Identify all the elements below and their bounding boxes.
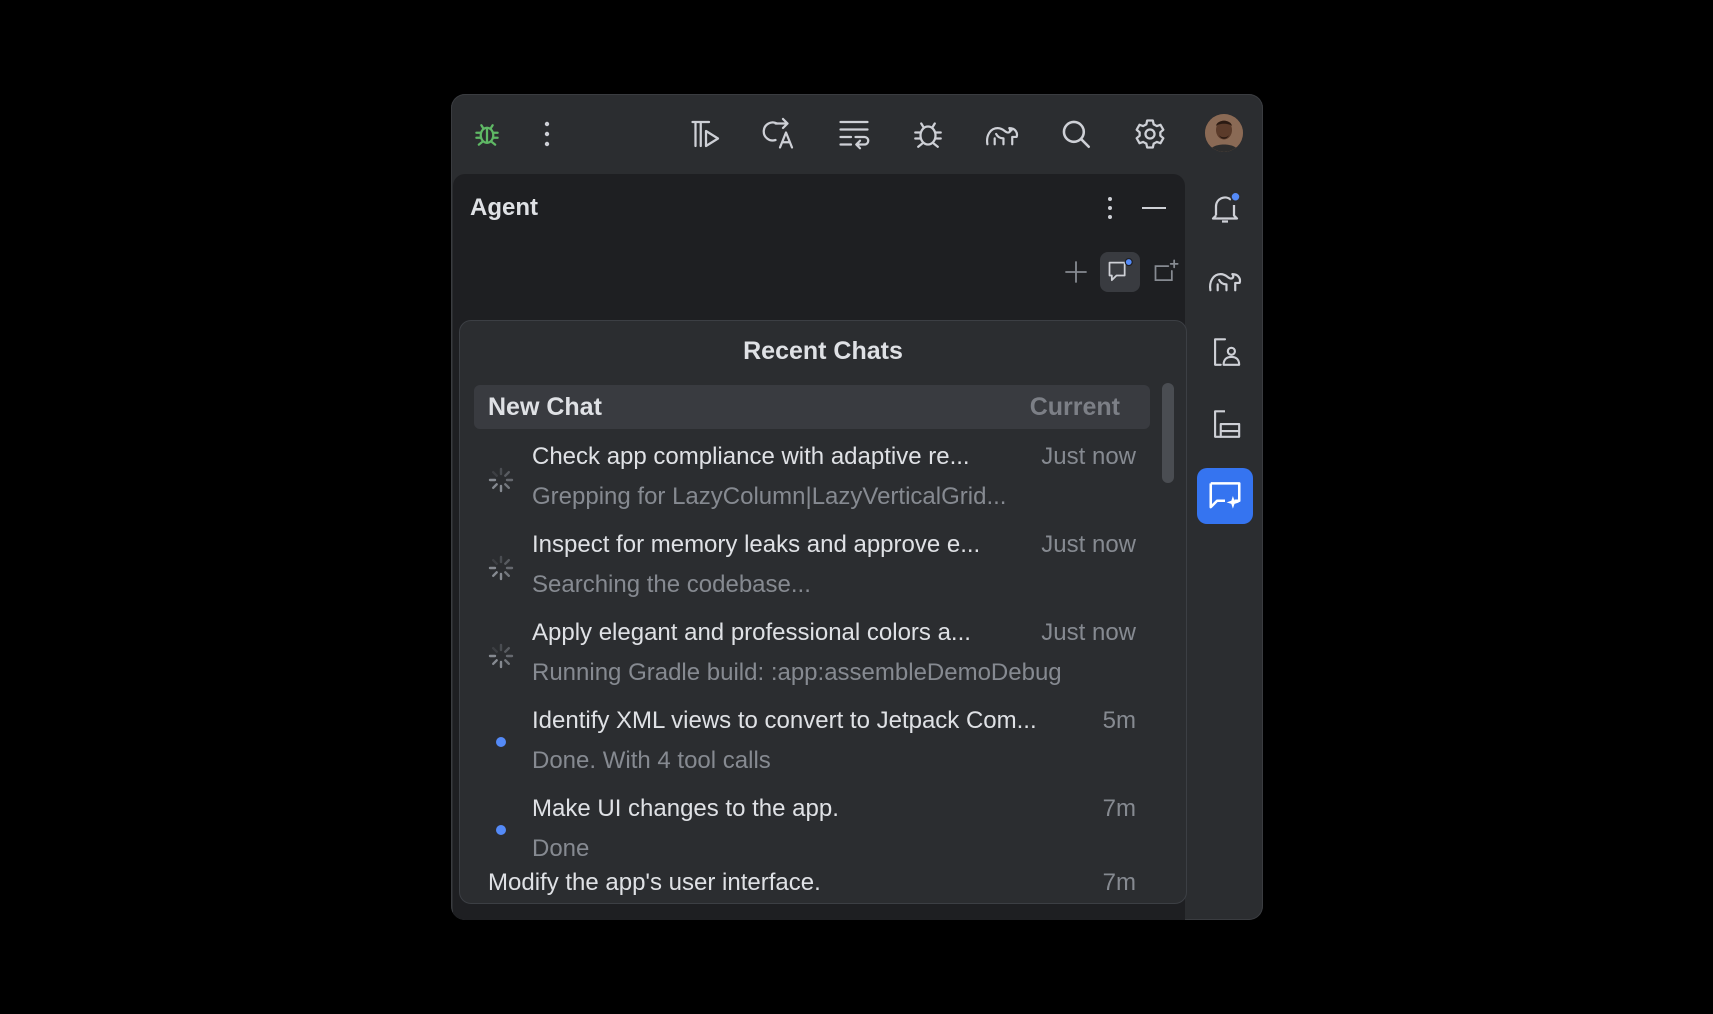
ide-window: Agent Recent Chats New Chat Current Chec… [451, 94, 1263, 920]
popup-title: Recent Chats [743, 337, 903, 365]
notifications-bell-icon[interactable] [1201, 184, 1249, 232]
loading-spinner-icon [488, 555, 514, 581]
run-tests-icon[interactable] [684, 112, 728, 156]
chat-list-item[interactable]: Identify XML views to convert to Jetpack… [474, 707, 1150, 789]
translate-icon[interactable] [758, 112, 802, 156]
chat-list-item[interactable]: Apply elegant and professional colors a.… [474, 619, 1150, 701]
minimize-icon[interactable] [1134, 188, 1174, 228]
chat-list-item[interactable]: Check app compliance with adaptive re...… [474, 443, 1150, 525]
chat-time: Just now [1041, 531, 1136, 558]
gradle-elephant-icon[interactable] [1201, 256, 1249, 304]
current-chat-row[interactable]: New Chat Current [474, 385, 1150, 429]
right-tool-strip [1187, 174, 1263, 920]
plus-icon[interactable] [1056, 252, 1096, 292]
top-toolbar [451, 94, 1263, 170]
chat-title: Identify XML views to convert to Jetpack… [532, 707, 1037, 734]
loading-spinner-icon [488, 467, 514, 493]
agent-chat-icon[interactable] [1197, 468, 1253, 524]
running-devices-icon[interactable] [1201, 400, 1249, 448]
new-tab-icon[interactable] [1146, 252, 1186, 292]
chat-title: Apply elegant and professional colors a.… [532, 619, 971, 646]
chat-list-item[interactable]: Inspect for memory leaks and approve e..… [474, 531, 1150, 613]
chat-title: Modify the app's user interface. [488, 869, 821, 896]
chat-list-item[interactable]: Make UI changes to the app. 7m Done [474, 795, 1150, 877]
chat-time: Just now [1041, 443, 1136, 470]
chat-status-text: Running Gradle build: :app:assembleDemoD… [532, 659, 1062, 686]
bug-icon[interactable] [465, 112, 509, 156]
chat-status-text: Done [532, 835, 590, 862]
chat-title: Inspect for memory leaks and approve e..… [532, 531, 981, 558]
chat-title: Check app compliance with adaptive re... [532, 443, 970, 470]
settings-gear-icon[interactable] [1128, 112, 1172, 156]
chat-status-text: Done. With 4 tool calls [532, 747, 771, 774]
wrap-lines-icon[interactable] [832, 112, 876, 156]
loading-spinner-icon [488, 643, 514, 669]
more-vertical-icon[interactable] [1090, 188, 1130, 228]
current-badge: Current [1029, 393, 1120, 421]
panel-title: Agent [470, 194, 538, 221]
user-avatar[interactable] [1205, 114, 1243, 152]
unread-dot-icon [496, 737, 506, 747]
scrollbar-thumb[interactable] [1162, 383, 1174, 483]
chat-time: 5m [1102, 707, 1136, 734]
more-vertical-icon[interactable] [525, 112, 569, 156]
chat-time: 7m [1102, 795, 1136, 822]
current-chat-name: New Chat [488, 393, 602, 421]
search-icon[interactable] [1054, 112, 1098, 156]
device-manager-icon[interactable] [1201, 328, 1249, 376]
gradle-elephant-icon[interactable] [980, 112, 1024, 156]
unread-dot-icon [496, 825, 506, 835]
debug-icon[interactable] [906, 112, 950, 156]
recent-chats-popup: Recent Chats New Chat Current Check app … [459, 320, 1187, 904]
chat-time: 7m [1102, 869, 1136, 896]
chat-list-item[interactable]: Modify the app's user interface. 7m [474, 869, 1150, 909]
chat-status-text: Grepping for LazyColumn|LazyVerticalGrid… [532, 483, 1007, 510]
chat-history-icon[interactable] [1100, 252, 1140, 292]
chat-title: Make UI changes to the app. [532, 795, 839, 822]
chat-time: Just now [1041, 619, 1136, 646]
chat-status-text: Searching the codebase... [532, 571, 811, 598]
